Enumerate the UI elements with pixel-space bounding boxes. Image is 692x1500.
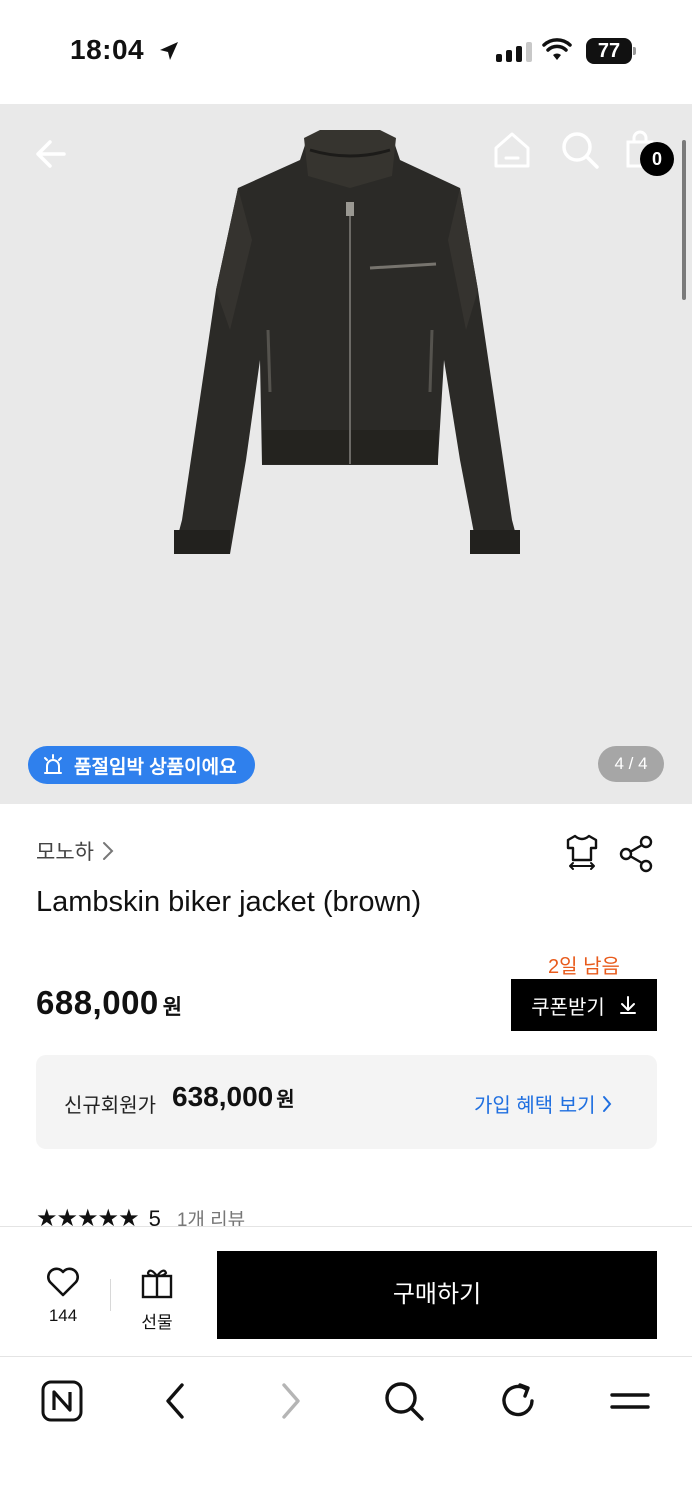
- download-icon: [619, 996, 636, 1014]
- wifi-icon: [542, 38, 572, 60]
- scroll-indicator: [682, 140, 686, 300]
- member-benefits-link[interactable]: 가입 혜택 보기: [474, 1089, 612, 1118]
- product-price: 688,000 원: [36, 984, 182, 1022]
- cellular-signal-icon: [496, 42, 532, 62]
- new-member-price-box: 신규회원가 638,000 원 가입 혜택 보기: [36, 1055, 657, 1149]
- alarm-light-icon: [44, 754, 62, 774]
- menu-icon[interactable]: [608, 1379, 652, 1423]
- member-price: 638,000 원: [172, 1081, 295, 1113]
- like-count: 144: [48, 1306, 78, 1325]
- get-coupon-button[interactable]: 쿠폰받기: [511, 979, 657, 1031]
- member-price-value: 638,000: [172, 1081, 274, 1112]
- naver-home-icon[interactable]: [40, 1379, 84, 1423]
- divider: [110, 1279, 111, 1311]
- coupon-button-label: 쿠폰받기: [531, 996, 605, 1019]
- member-benefits-label: 가입 혜택 보기: [474, 1095, 596, 1117]
- purchase-button[interactable]: 구매하기: [217, 1251, 657, 1339]
- browser-forward-icon[interactable]: [268, 1379, 312, 1423]
- member-price-unit: 원: [276, 1089, 295, 1111]
- cart-count-badge: 0: [640, 142, 674, 176]
- soldout-soon-badge: 품절임박 상품이에요: [28, 746, 255, 784]
- purchase-bar: 144 선물 구매하기: [0, 1226, 692, 1356]
- size-guide-shirt-icon[interactable]: [562, 832, 602, 872]
- search-icon[interactable]: [558, 128, 602, 172]
- like-button[interactable]: 144: [36, 1267, 90, 1326]
- status-bar: 18:04 77: [0, 0, 692, 104]
- chevron-right-icon: [602, 1095, 611, 1112]
- gift-label: 선물: [141, 1313, 173, 1332]
- brand-link[interactable]: 모노하: [36, 836, 114, 866]
- share-icon[interactable]: [616, 834, 656, 874]
- home-icon[interactable]: [490, 128, 534, 172]
- back-arrow-icon[interactable]: [30, 130, 78, 178]
- price-unit: 원: [162, 996, 183, 1019]
- gift-icon: [141, 1269, 173, 1299]
- soldout-badge-label: 품절임박 상품이에요: [74, 756, 237, 778]
- price-value: 688,000: [36, 984, 159, 1021]
- browser-back-icon[interactable]: [154, 1379, 198, 1423]
- product-title: Lambskin biker jacket (brown): [36, 886, 422, 918]
- location-arrow-icon: [160, 42, 178, 60]
- battery-icon: 77: [586, 38, 632, 64]
- browser-search-icon[interactable]: [382, 1379, 426, 1423]
- battery-cap: [633, 47, 636, 55]
- product-image-carousel[interactable]: 0 품절임박 상품이에요 4 / 4: [0, 104, 692, 804]
- image-page-counter: 4 / 4: [598, 746, 664, 782]
- coupon-remaining-days: 2일 남음: [548, 956, 620, 978]
- brand-name: 모노하: [36, 841, 94, 864]
- chevron-right-icon: [102, 842, 114, 860]
- browser-toolbar: [0, 1356, 692, 1500]
- refresh-icon[interactable]: [496, 1379, 540, 1423]
- product-image: [174, 130, 520, 554]
- status-time: 18:04: [70, 34, 145, 65]
- heart-icon: [47, 1267, 79, 1297]
- member-price-label: 신규회원가: [64, 1095, 156, 1117]
- gift-button[interactable]: 선물: [130, 1267, 184, 1333]
